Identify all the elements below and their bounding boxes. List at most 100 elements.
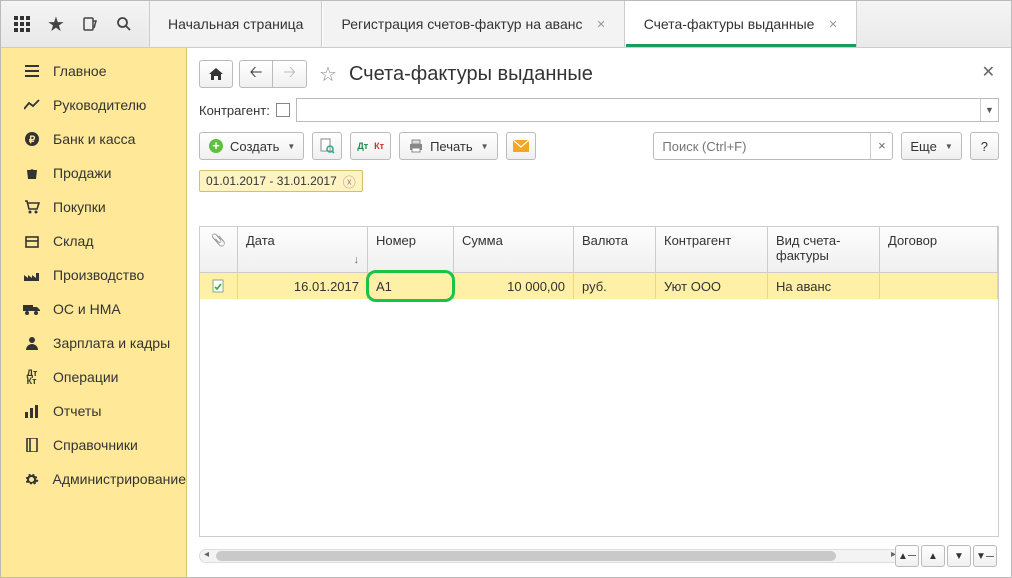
grid-nav-buttons: ▲ ▲ ▼ ▼ — [895, 545, 997, 567]
chevron-down-icon[interactable]: ▼ — [945, 142, 953, 151]
sidebar-item-label: Продажи — [53, 165, 111, 181]
content: 🡠 🡢 ☆ Счета-фактуры выданные ✕ Контраген… — [187, 48, 1011, 577]
dtkt-button[interactable]: ДтКт — [350, 132, 391, 160]
close-icon[interactable]: ✕ — [596, 18, 605, 31]
book-icon — [23, 438, 41, 452]
sidebar-item-label: Банк и касса — [53, 131, 135, 147]
person-icon — [23, 336, 41, 350]
column-sum[interactable]: Сумма — [454, 227, 574, 272]
chart-line-icon — [23, 99, 41, 111]
counterparty-filter: Контрагент: ▼ — [199, 98, 999, 122]
page-title: Счета-фактуры выданные — [349, 63, 593, 86]
sidebar-item-warehouse[interactable]: Склад — [1, 224, 186, 258]
sidebar-item-label: ОС и НМА — [53, 301, 121, 317]
sidebar-item-admin[interactable]: Администрирование — [1, 462, 186, 496]
tab-home[interactable]: Начальная страница — [149, 1, 322, 47]
tab-invoices[interactable]: Счета-фактуры выданные ✕ — [625, 1, 857, 47]
grid-header: 📎 Дата Номер Сумма Валюта Контрагент Вид… — [200, 227, 998, 273]
chevron-down-icon[interactable]: ▼ — [287, 142, 295, 151]
chevron-down-icon[interactable]: ▼ — [481, 142, 489, 151]
search-icon[interactable] — [109, 9, 139, 39]
counterparty-input[interactable]: ▼ — [296, 98, 999, 122]
gear-icon — [23, 472, 41, 487]
bars-icon — [23, 405, 41, 418]
clip-icon: 📎 — [211, 233, 226, 247]
chevron-down-icon[interactable]: ▼ — [980, 99, 998, 121]
grid-first-button[interactable]: ▲ — [895, 545, 919, 567]
cell-number: А1 — [368, 273, 454, 299]
svg-text:+: + — [212, 138, 220, 153]
close-icon[interactable]: ✕ — [828, 18, 837, 31]
column-date[interactable]: Дата — [238, 227, 368, 272]
sidebar-item-production[interactable]: Производство — [1, 258, 186, 292]
cart-icon — [23, 200, 41, 214]
tab-label: Счета-фактуры выданные — [644, 16, 815, 32]
cell-counterparty: Уют ООО — [656, 273, 768, 299]
sidebar-item-sales[interactable]: Продажи — [1, 156, 186, 190]
search-input[interactable] — [654, 139, 870, 154]
create-button[interactable]: + Создать ▼ — [199, 132, 304, 160]
bag-icon — [23, 166, 41, 180]
column-number[interactable]: Номер — [368, 227, 454, 272]
sidebar-item-label: Склад — [53, 233, 94, 249]
clear-search-icon[interactable]: × — [870, 133, 892, 159]
sidebar-item-purchases[interactable]: Покупки — [1, 190, 186, 224]
grid-up-button[interactable]: ▲ — [921, 545, 945, 567]
sidebar-item-label: Производство — [53, 267, 144, 283]
sidebar-item-label: Покупки — [53, 199, 106, 215]
menu-lines-icon — [23, 65, 41, 77]
home-button[interactable] — [199, 60, 233, 88]
cell-sum: 10 000,00 — [454, 273, 574, 299]
forward-button[interactable]: 🡢 — [273, 60, 307, 88]
star-icon[interactable]: ★ — [41, 9, 71, 39]
table-row[interactable]: 16.01.2017 А1 10 000,00 руб. Уют ООО На … — [200, 273, 998, 299]
history-icon[interactable] — [75, 9, 105, 39]
find-by-number-button[interactable] — [312, 132, 342, 160]
sidebar-item-manager[interactable]: Руководителю — [1, 88, 186, 122]
header-row: 🡠 🡢 ☆ Счета-фактуры выданные ✕ — [199, 60, 999, 88]
date-filter-chip[interactable]: 01.01.2017 - 31.01.2017 ⓧ — [199, 170, 363, 192]
toolbar: + Создать ▼ ДтКт Печать ▼ × Еще▼ ? — [199, 132, 999, 160]
back-button[interactable]: 🡠 — [239, 60, 273, 88]
sidebar-item-references[interactable]: Справочники — [1, 428, 186, 462]
column-counterparty[interactable]: Контрагент — [656, 227, 768, 272]
sidebar-item-assets[interactable]: ОС и НМА — [1, 292, 186, 326]
dtkt-icon: ДтКт — [23, 369, 41, 385]
horizontal-scrollbar[interactable] — [199, 549, 901, 563]
sidebar-item-reports[interactable]: Отчеты — [1, 394, 186, 428]
column-type[interactable]: Вид счета-фактуры — [768, 227, 880, 272]
scrollbar-thumb[interactable] — [216, 551, 836, 561]
counterparty-checkbox[interactable] — [276, 103, 290, 117]
tab-label: Регистрация счетов-фактур на аванс — [341, 16, 582, 32]
sidebar-item-salary[interactable]: Зарплата и кадры — [1, 326, 186, 360]
email-button[interactable] — [506, 132, 536, 160]
more-button[interactable]: Еще▼ — [901, 132, 961, 160]
sidebar-item-bank[interactable]: ₽Банк и касса — [1, 122, 186, 156]
search-box[interactable]: × — [653, 132, 893, 160]
apps-grid-icon[interactable] — [7, 9, 37, 39]
favorite-star-icon[interactable]: ☆ — [319, 62, 337, 87]
sidebar-item-label: Операции — [53, 369, 119, 385]
tab-registration[interactable]: Регистрация счетов-фактур на аванс ✕ — [322, 1, 624, 47]
tab-label: Начальная страница — [168, 16, 303, 32]
column-currency[interactable]: Валюта — [574, 227, 656, 272]
main: Главное Руководителю ₽Банк и касса Прода… — [1, 48, 1011, 577]
create-label: Создать — [230, 139, 279, 154]
help-button[interactable]: ? — [970, 132, 999, 160]
clear-date-icon[interactable]: ⓧ — [343, 172, 356, 191]
print-button[interactable]: Печать ▼ — [399, 132, 498, 160]
date-filter-label: 01.01.2017 - 31.01.2017 — [206, 174, 337, 188]
close-page-icon[interactable]: ✕ — [982, 62, 995, 82]
truck-icon — [23, 303, 41, 315]
column-contract[interactable]: Договор — [880, 227, 998, 272]
counterparty-label: Контрагент: — [199, 103, 270, 118]
sidebar-item-label: Справочники — [53, 437, 138, 453]
column-attachment[interactable]: 📎 — [200, 227, 238, 272]
sidebar-item-operations[interactable]: ДтКт Операции — [1, 360, 186, 394]
sidebar-item-label: Зарплата и кадры — [53, 335, 170, 351]
grid-last-button[interactable]: ▼ — [973, 545, 997, 567]
grid-down-button[interactable]: ▼ — [947, 545, 971, 567]
nav-buttons: 🡠 🡢 — [239, 60, 307, 88]
sidebar-item-label: Отчеты — [53, 403, 101, 419]
sidebar-item-main[interactable]: Главное — [1, 54, 186, 88]
